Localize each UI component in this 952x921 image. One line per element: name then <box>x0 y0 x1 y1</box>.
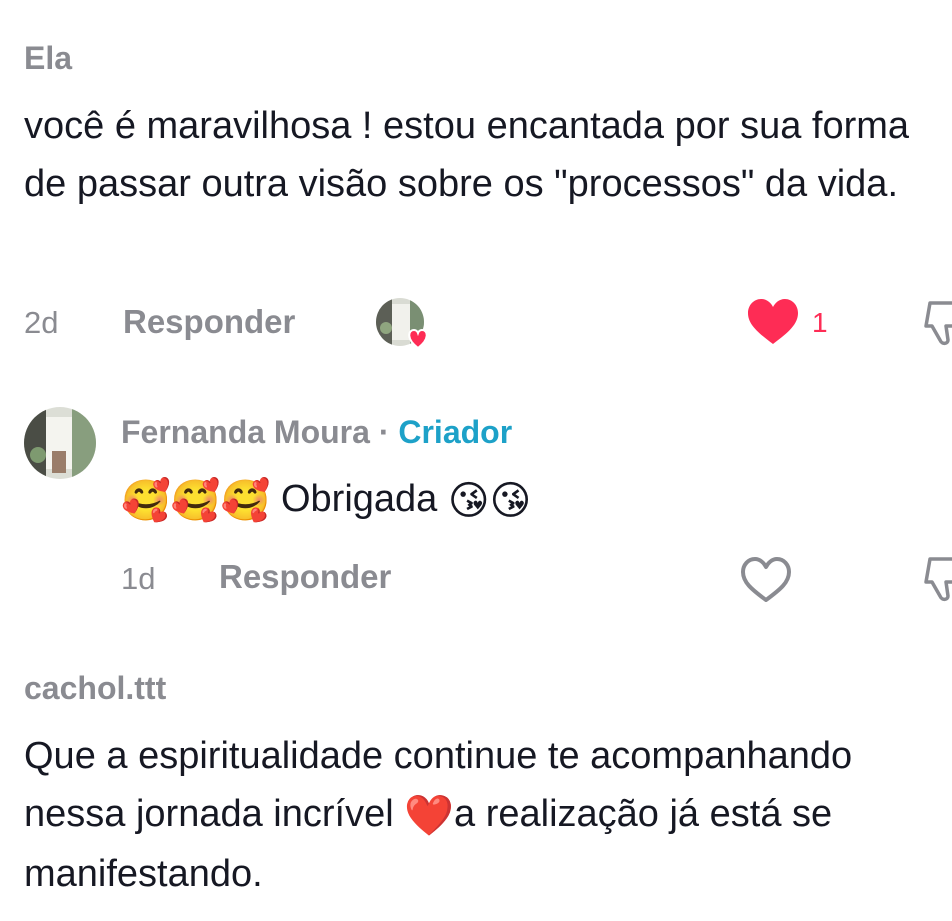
creator-liked-icon <box>376 298 432 350</box>
dislike-icon[interactable] <box>922 556 952 604</box>
comment-text: Que a espiritualidade continue te acompa… <box>24 727 934 903</box>
comment-username[interactable]: Fernanda Moura <box>121 414 370 450</box>
like-heart-filled-icon[interactable] <box>747 298 799 346</box>
reply-header: Fernanda Moura · Criador <box>121 414 512 451</box>
reply-button[interactable]: Responder <box>123 303 295 341</box>
comment-time: 2d <box>24 305 59 340</box>
comment-username[interactable]: cachol.ttt <box>24 670 166 707</box>
dislike-icon[interactable] <box>922 300 952 348</box>
reply-text: 🥰🥰🥰 Obrigada 😘😘 <box>121 470 531 530</box>
reply-text-main: Obrigada <box>270 478 448 520</box>
comment-text: você é maravilhosa ! estou encantada por… <box>24 105 910 205</box>
like-heart-outline-icon[interactable] <box>740 556 792 604</box>
smiling-face-with-hearts-emoji: 🥰🥰🥰 <box>121 478 271 523</box>
red-heart-emoji: ❤️ <box>404 793 455 838</box>
avatar[interactable] <box>24 407 96 479</box>
comment-username[interactable]: Ela <box>24 40 72 77</box>
separator: · <box>378 414 390 450</box>
face-blowing-kiss-emoji: 😘😘 <box>447 478 532 523</box>
like-count: 1 <box>812 307 828 338</box>
comment-time: 1d <box>121 561 156 596</box>
creator-badge: Criador <box>398 414 513 450</box>
reply-button[interactable]: Responder <box>219 558 391 596</box>
